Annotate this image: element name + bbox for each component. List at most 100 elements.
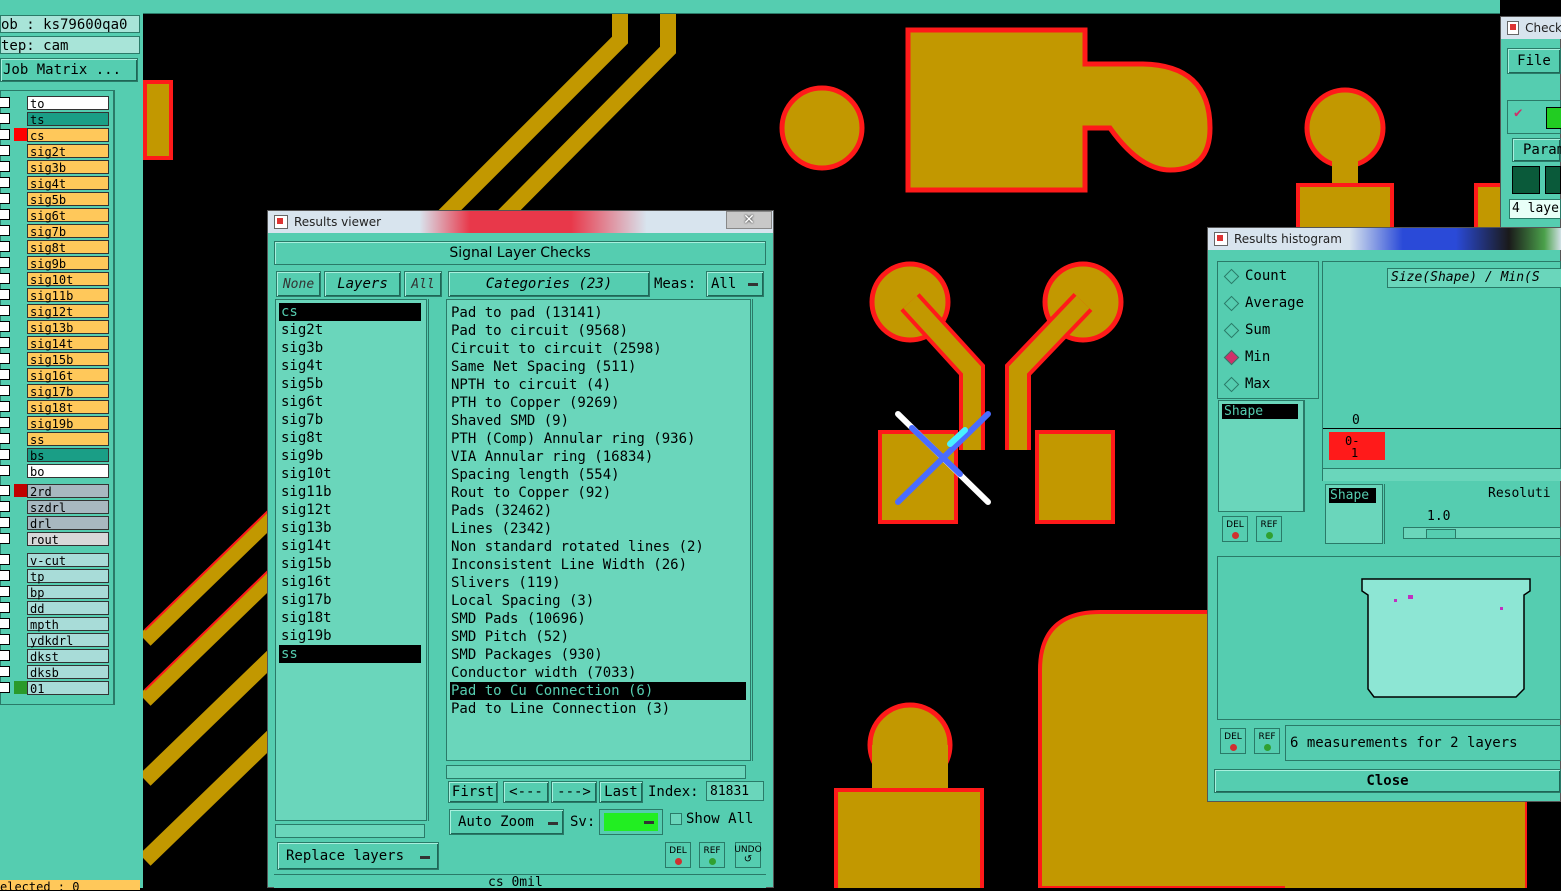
histogram-hscroll[interactable] bbox=[1323, 468, 1561, 481]
results-layer-hscroll[interactable] bbox=[275, 824, 425, 838]
layer-name[interactable]: mpth bbox=[27, 616, 109, 632]
layer-checkbox[interactable] bbox=[0, 417, 10, 428]
layer-checkbox[interactable] bbox=[0, 602, 10, 613]
results-layer-item[interactable]: sig7b bbox=[279, 411, 421, 429]
layer-checkbox[interactable] bbox=[0, 634, 10, 645]
layer-row-drl[interactable]: drl bbox=[0, 515, 113, 531]
layer-row-ts[interactable]: ts bbox=[0, 111, 113, 127]
layer-name[interactable]: bs bbox=[27, 447, 109, 463]
category-item[interactable]: Rout to Copper (92) bbox=[450, 484, 746, 502]
layer-checkbox[interactable] bbox=[0, 145, 10, 156]
layer-row-ydkdrl[interactable]: ydkdrl bbox=[0, 632, 113, 648]
layer-checkbox[interactable] bbox=[0, 177, 10, 188]
layer-name[interactable]: 2rd bbox=[27, 483, 109, 499]
layer-checkbox[interactable] bbox=[0, 257, 10, 268]
layer-name[interactable]: v-cut bbox=[27, 552, 109, 568]
category-item[interactable]: NPTH to circuit (4) bbox=[450, 376, 746, 394]
layer-name[interactable]: dksb bbox=[27, 664, 109, 680]
results-layer-item[interactable]: cs bbox=[279, 303, 421, 321]
categories-list[interactable]: Pad to pad (13141) Pad to circuit (9568) C… bbox=[446, 299, 751, 761]
shape-selector[interactable]: Shape bbox=[1325, 484, 1383, 544]
layer-name[interactable]: sig10t bbox=[27, 271, 109, 287]
category-item[interactable]: SMD Pads (10696) bbox=[450, 610, 746, 628]
layer-name[interactable]: sig9b bbox=[27, 255, 109, 271]
option-sum[interactable]: Sum bbox=[1223, 322, 1270, 338]
layer-row-v-cut[interactable]: v-cut bbox=[0, 552, 113, 568]
layer-name[interactable]: sig17b bbox=[27, 383, 109, 399]
layer-name[interactable]: szdrl bbox=[27, 499, 109, 515]
results-layer-item[interactable]: sig11b bbox=[279, 483, 421, 501]
category-item[interactable]: Pads (32462) bbox=[450, 502, 746, 520]
last-button[interactable]: Last bbox=[599, 781, 643, 803]
layer-checkbox[interactable] bbox=[0, 401, 10, 412]
category-item[interactable]: Shaved SMD (9) bbox=[450, 412, 746, 430]
layer-checkbox[interactable] bbox=[0, 465, 10, 476]
categories-hscroll[interactable] bbox=[446, 765, 746, 779]
layer-checkbox[interactable] bbox=[0, 618, 10, 629]
layer-row-sig9b[interactable]: sig9b bbox=[0, 255, 113, 271]
layer-row-sig11b[interactable]: sig11b bbox=[0, 287, 113, 303]
category-item[interactable]: Spacing length (554) bbox=[450, 466, 746, 484]
results-layer-item[interactable]: sig3b bbox=[279, 339, 421, 357]
layer-checkbox[interactable] bbox=[0, 241, 10, 252]
job-matrix-button[interactable]: Job Matrix ... bbox=[0, 58, 138, 82]
category-item[interactable]: SMD Packages (930) bbox=[450, 646, 746, 664]
layer-row-to[interactable]: to bbox=[0, 95, 113, 111]
option-min[interactable]: Min bbox=[1223, 349, 1270, 365]
prev-button[interactable]: <--- bbox=[503, 781, 549, 803]
layer-row-bp[interactable]: bp bbox=[0, 584, 113, 600]
layers-button[interactable]: Layers bbox=[324, 271, 401, 297]
layer-checkbox[interactable] bbox=[0, 586, 10, 597]
undo-button[interactable]: UNDO ↺ bbox=[734, 842, 762, 868]
layer-name[interactable]: sig6t bbox=[27, 207, 109, 223]
ref-button[interactable]: REF bbox=[699, 842, 725, 868]
category-item[interactable]: Pad to pad (13141) bbox=[450, 304, 746, 322]
layer-checkbox[interactable] bbox=[0, 369, 10, 380]
layer-row-sig5b[interactable]: sig5b bbox=[0, 191, 113, 207]
layer-name[interactable]: sig5b bbox=[27, 191, 109, 207]
layer-checkbox[interactable] bbox=[0, 517, 10, 528]
layer-name[interactable]: sig4t bbox=[27, 175, 109, 191]
layer-checkbox[interactable] bbox=[0, 485, 10, 496]
layer-row-sig2t[interactable]: sig2t bbox=[0, 143, 113, 159]
layer-row-sig16t[interactable]: sig16t bbox=[0, 367, 113, 383]
option-average[interactable]: Average bbox=[1223, 295, 1304, 311]
layer-name[interactable]: drl bbox=[27, 515, 109, 531]
layer-checkbox[interactable] bbox=[0, 321, 10, 332]
layer-checkbox[interactable] bbox=[0, 570, 10, 581]
layer-name[interactable]: sig15b bbox=[27, 351, 109, 367]
layer-name[interactable]: sig12t bbox=[27, 303, 109, 319]
layer-name[interactable]: sig7b bbox=[27, 223, 109, 239]
results-layer-item[interactable]: sig6t bbox=[279, 393, 421, 411]
layer-checkbox[interactable] bbox=[0, 533, 10, 544]
layer-checkbox[interactable] bbox=[0, 554, 10, 565]
close-button[interactable]: Close bbox=[1214, 769, 1561, 793]
option-count[interactable]: Count bbox=[1223, 268, 1287, 284]
layer-checkbox[interactable] bbox=[0, 273, 10, 284]
results-layer-item[interactable]: sig8t bbox=[279, 429, 421, 447]
category-item[interactable]: Slivers (119) bbox=[450, 574, 746, 592]
layer-row-sig8t[interactable]: sig8t bbox=[0, 239, 113, 255]
category-item[interactable]: SMD Pitch (52) bbox=[450, 628, 746, 646]
layer-row-szdrl[interactable]: szdrl bbox=[0, 499, 113, 515]
layer-row-sig13b[interactable]: sig13b bbox=[0, 319, 113, 335]
layer-checkbox[interactable] bbox=[0, 682, 10, 693]
layer-row-sig19b[interactable]: sig19b bbox=[0, 415, 113, 431]
layer-row-sig6t[interactable]: sig6t bbox=[0, 207, 113, 223]
layer-name[interactable]: rout bbox=[27, 531, 109, 547]
layer-checkbox[interactable] bbox=[0, 305, 10, 316]
layer-checkbox[interactable] bbox=[0, 385, 10, 396]
layer-checkbox[interactable] bbox=[0, 161, 10, 172]
layer-row-mpth[interactable]: mpth bbox=[0, 616, 113, 632]
layer-row-sig10t[interactable]: sig10t bbox=[0, 271, 113, 287]
results-layer-scrollbar[interactable] bbox=[428, 299, 443, 821]
layer-row-bo[interactable]: bo bbox=[0, 463, 113, 479]
layer-row-rout[interactable]: rout bbox=[0, 531, 113, 547]
layer-row-ss[interactable]: ss bbox=[0, 431, 113, 447]
preview-del-button[interactable]: DEL bbox=[1220, 728, 1246, 754]
category-item[interactable]: Local Spacing (3) bbox=[450, 592, 746, 610]
results-layer-item[interactable]: sig15b bbox=[279, 555, 421, 573]
layer-name[interactable]: dkst bbox=[27, 648, 109, 664]
close-window-button[interactable]: ✕ bbox=[726, 211, 772, 229]
histogram-titlebar[interactable]: Results histogram bbox=[1208, 228, 1561, 250]
